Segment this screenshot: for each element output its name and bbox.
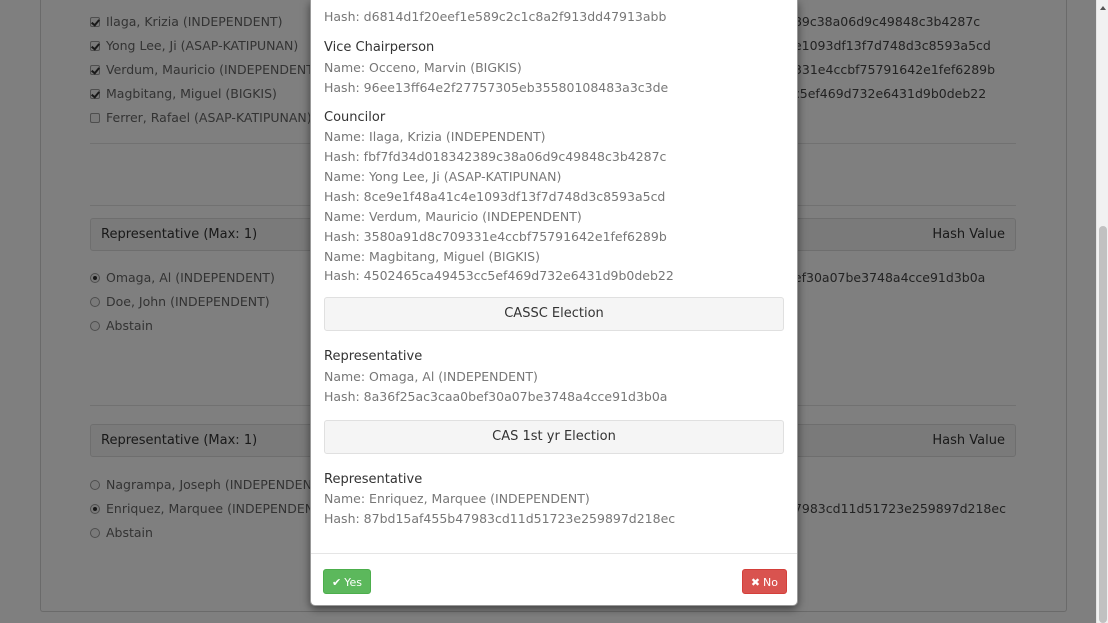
modal-footer: ✔ Yes ✖ No: [311, 553, 797, 605]
times-icon: ✖: [750, 576, 761, 589]
position-heading: Representative: [324, 349, 423, 364]
hash-text: Hash: d6814d1f20eef1e589c2c1c8a2f913dd47…: [324, 9, 667, 24]
no-button[interactable]: ✖ No: [741, 569, 787, 594]
check-icon: ✔: [332, 576, 342, 589]
hash-text: Hash: 8a36f25ac3caa0bef30a07be3748a4cce9…: [324, 389, 668, 404]
position-heading: Councilor: [324, 110, 386, 125]
scroll-up-icon[interactable]: [1100, 6, 1106, 10]
candidate-name: Name: Yong Lee, Ji (ASAP-KATIPUNAN): [324, 169, 562, 184]
candidate-name: Name: Ilaga, Krizia (INDEPENDENT): [324, 129, 546, 144]
hash-text: Hash: 3580a91d8c709331e4ccbf75791642e1fe…: [324, 229, 667, 244]
hash-text: Hash: 8ce9e1f48a41c4e1093df13f7d748d3c85…: [324, 189, 666, 204]
election-title: CASSC Election: [324, 297, 784, 331]
yes-button[interactable]: ✔ Yes: [323, 569, 371, 594]
page-scrollbar[interactable]: [1096, 0, 1108, 623]
candidate-name: Name: Enriquez, Marquee (INDEPENDENT): [324, 491, 590, 506]
scrollbar-thumb[interactable]: [1099, 226, 1107, 623]
position-heading: Vice Chairperson: [324, 40, 435, 55]
no-button-label: No: [763, 576, 778, 589]
position-heading: Representative: [324, 472, 423, 487]
hash-text: Hash: 87bd15af455b47983cd11d51723e259897…: [324, 511, 676, 526]
candidate-name: Name: Verdum, Mauricio (INDEPENDENT): [324, 209, 582, 224]
confirm-vote-modal: Hash: d6814d1f20eef1e589c2c1c8a2f913dd47…: [310, 0, 798, 606]
candidate-name: Name: Omaga, Al (INDEPENDENT): [324, 369, 538, 384]
hash-text: Hash: 96ee13ff64e2f27757305eb35580108483…: [324, 80, 669, 95]
candidate-name: Name: Magbitang, Miguel (BIGKIS): [324, 249, 540, 264]
hash-text: Hash: 4502465ca49453cc5ef469d732e6431d9b…: [324, 268, 674, 283]
candidate-name: Name: Occeno, Marvin (BIGKIS): [324, 60, 522, 75]
yes-button-label: Yes: [344, 576, 362, 589]
hash-text: Hash: fbf7fd34d018342389c38a06d9c49848c3…: [324, 149, 667, 164]
election-title: CAS 1st yr Election: [324, 420, 784, 454]
